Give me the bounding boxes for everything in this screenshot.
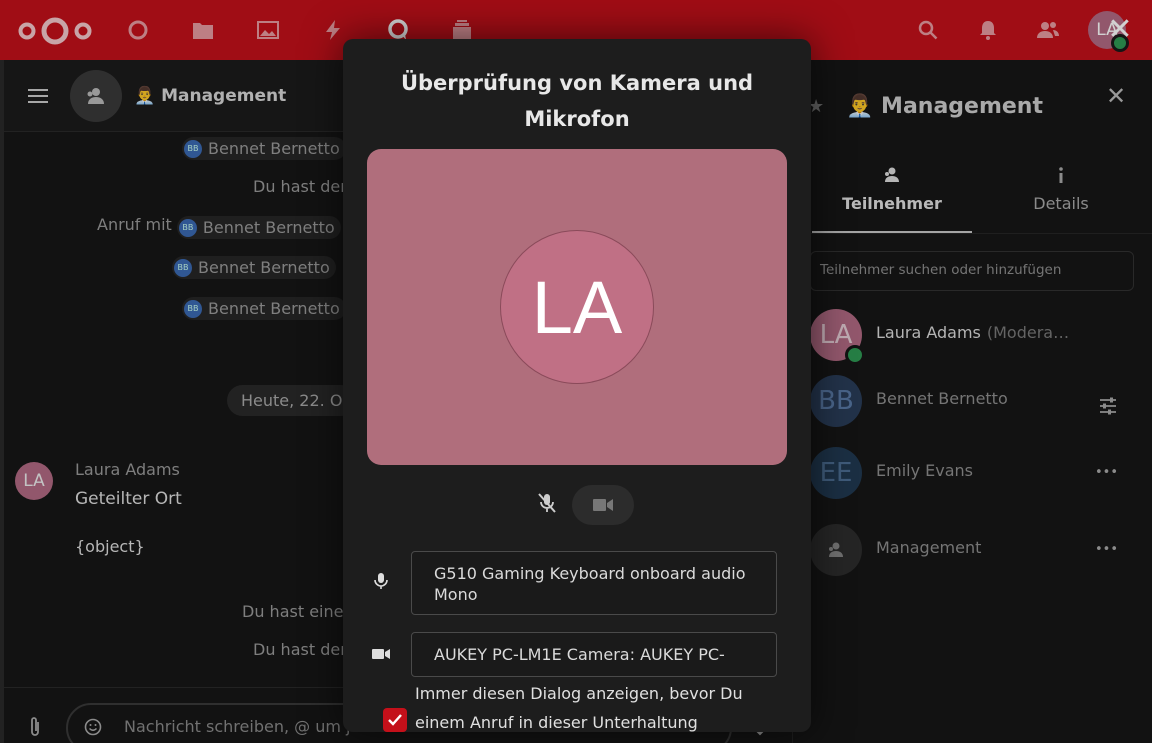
show-dialog-checkbox[interactable] [383, 708, 407, 732]
microphone-off-icon[interactable] [535, 491, 559, 515]
video-camera-icon [372, 649, 390, 659]
microphone-icon [374, 573, 388, 589]
dialog-title: Überprüfung von Kamera und Mikrofon [400, 71, 754, 131]
camera-toggle-button[interactable] [572, 485, 634, 525]
checkmark-icon [388, 714, 402, 726]
checkbox-label: Immer diesen Dialog anzeigen, bevor Du e… [415, 684, 743, 732]
microphone-select[interactable]: G510 Gaming Keyboard onboard audio Mono [411, 551, 777, 615]
preview-avatar: LA [500, 230, 654, 384]
camera-select[interactable]: AUKEY PC-LM1E Camera: AUKEY PC- [411, 632, 777, 677]
device-check-dialog: Überprüfung von Kamera und Mikrofon LA G… [343, 39, 811, 732]
video-preview: LA [367, 149, 787, 465]
video-camera-icon [593, 499, 613, 511]
